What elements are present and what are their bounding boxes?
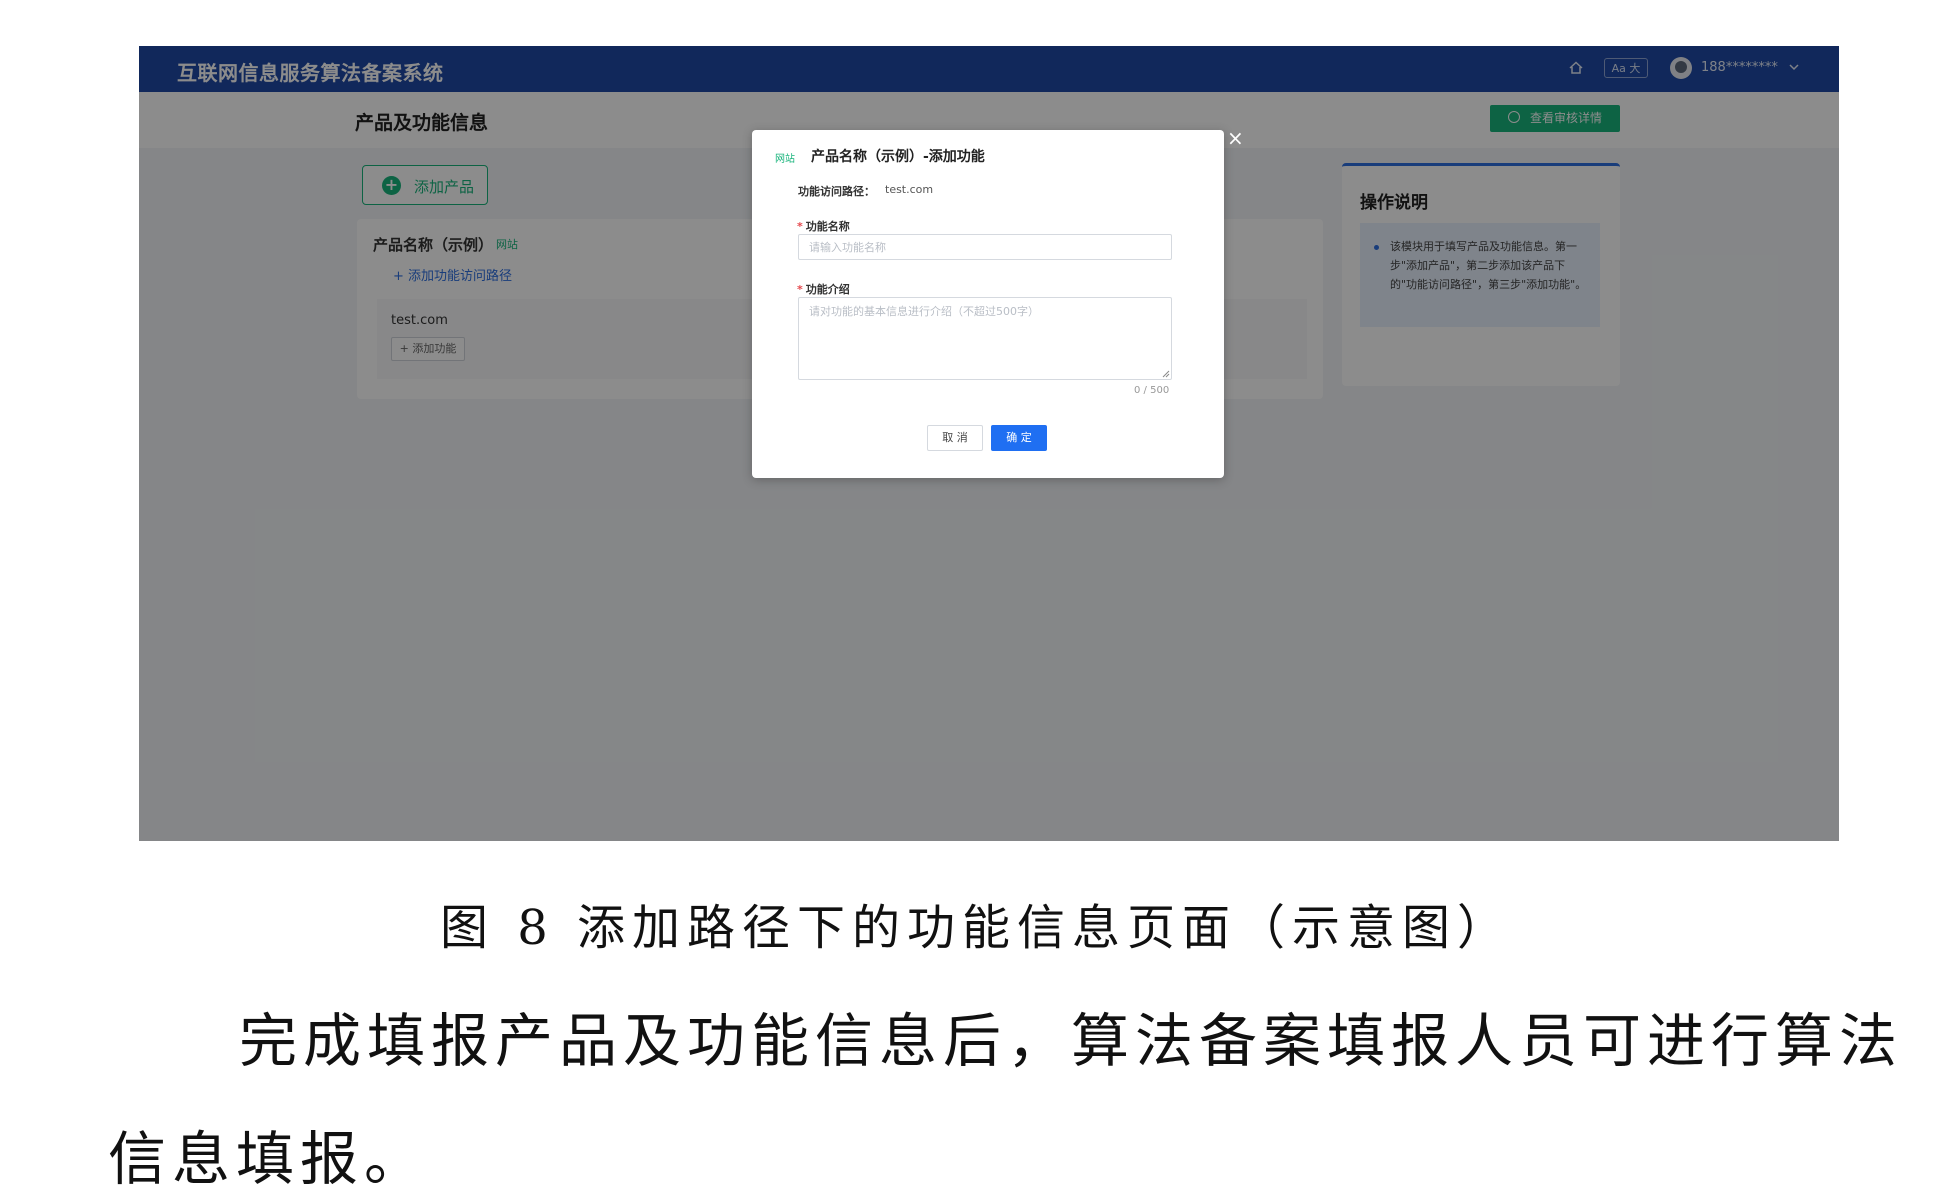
screenshot: 互联网信息服务算法备案系统 Aa 大 188******** 产品及功能信息 查… [139, 46, 1839, 841]
figure-caption: 图 8 添加路径下的功能信息页面（示意图） [439, 900, 1513, 956]
paragraph-line-2: 信息填报。 [108, 1125, 429, 1193]
resize-handle-icon[interactable] [1162, 370, 1170, 378]
path-label: 功能访问路径： [798, 185, 875, 198]
char-counter: 0 / 500 [1134, 385, 1170, 396]
add-function-modal: 网站 产品名称（示例）-添加功能 功能访问路径： test.com * 功能名称 … [752, 130, 1224, 478]
cancel-button[interactable]: 取 消 [927, 425, 983, 451]
required-asterisk: * [797, 220, 803, 233]
function-desc-label-text: 功能介绍 [805, 283, 850, 296]
function-desc-textarea[interactable] [798, 297, 1172, 380]
confirm-button[interactable]: 确 定 [991, 425, 1047, 451]
function-desc-label: * 功能介绍 [797, 281, 850, 297]
required-asterisk: * [797, 283, 803, 296]
function-name-label-text: 功能名称 [805, 220, 850, 233]
function-name-label: * 功能名称 [797, 218, 850, 234]
modal-type-tag: 网站 [775, 154, 795, 165]
close-icon[interactable]: × [1227, 128, 1244, 148]
paragraph-line-1: 完成填报产品及功能信息后，算法备案填报人员可进行算法 [239, 1007, 1904, 1075]
modal-title: 产品名称（示例）-添加功能 [811, 149, 985, 165]
function-name-input[interactable] [798, 234, 1172, 260]
path-value: test.com [885, 183, 934, 196]
